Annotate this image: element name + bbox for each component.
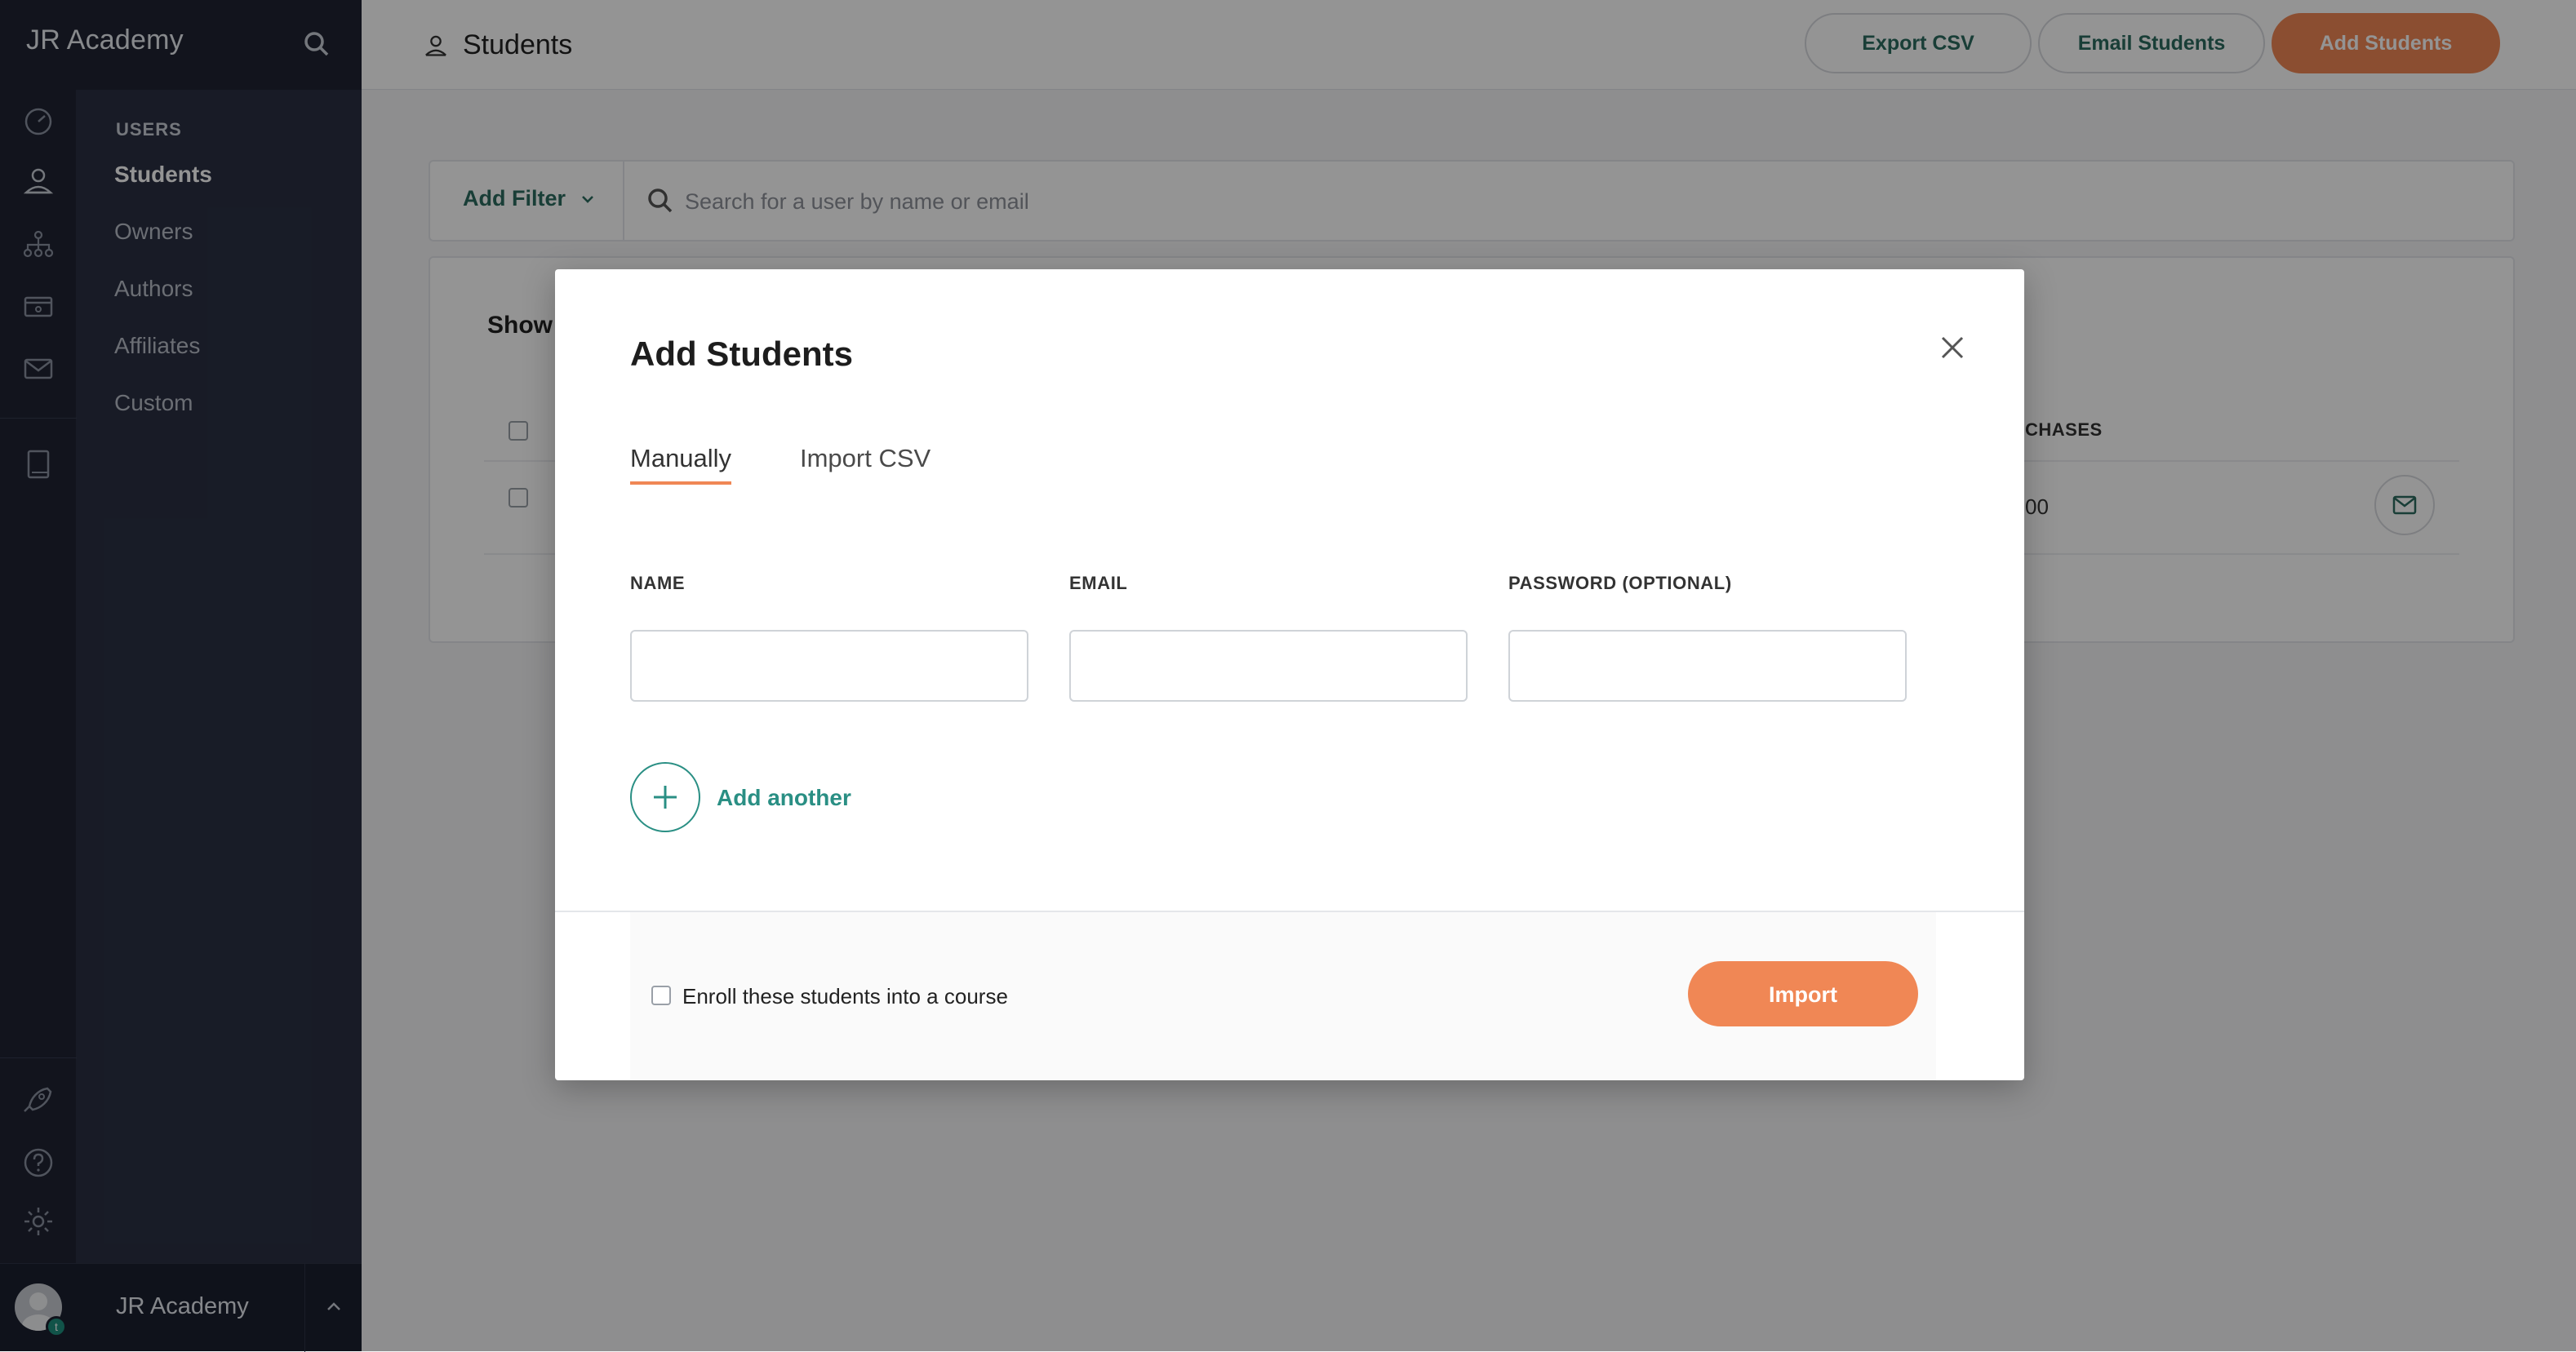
add-another-link[interactable]: Add another [717,785,851,811]
modal-title: Add Students [630,335,853,373]
close-icon[interactable] [1934,330,1970,366]
enroll-checkbox[interactable] [651,986,671,1005]
plus-icon [654,786,677,809]
email-field[interactable] [1069,630,1468,702]
add-students-modal: Add Students Manually Import CSV NAME EM… [555,269,2024,1080]
name-label: NAME [630,573,686,593]
enroll-label[interactable]: Enroll these students into a course [682,984,1008,1009]
password-field[interactable] [1508,630,1907,702]
add-another-button[interactable] [630,762,700,832]
name-field[interactable] [630,630,1028,702]
email-label: EMAIL [1069,573,1128,593]
tab-import-csv[interactable]: Import CSV [800,444,930,481]
password-label: PASSWORD (OPTIONAL) [1508,573,1732,593]
import-button[interactable]: Import [1688,961,1918,1026]
tab-manually[interactable]: Manually [630,444,732,485]
